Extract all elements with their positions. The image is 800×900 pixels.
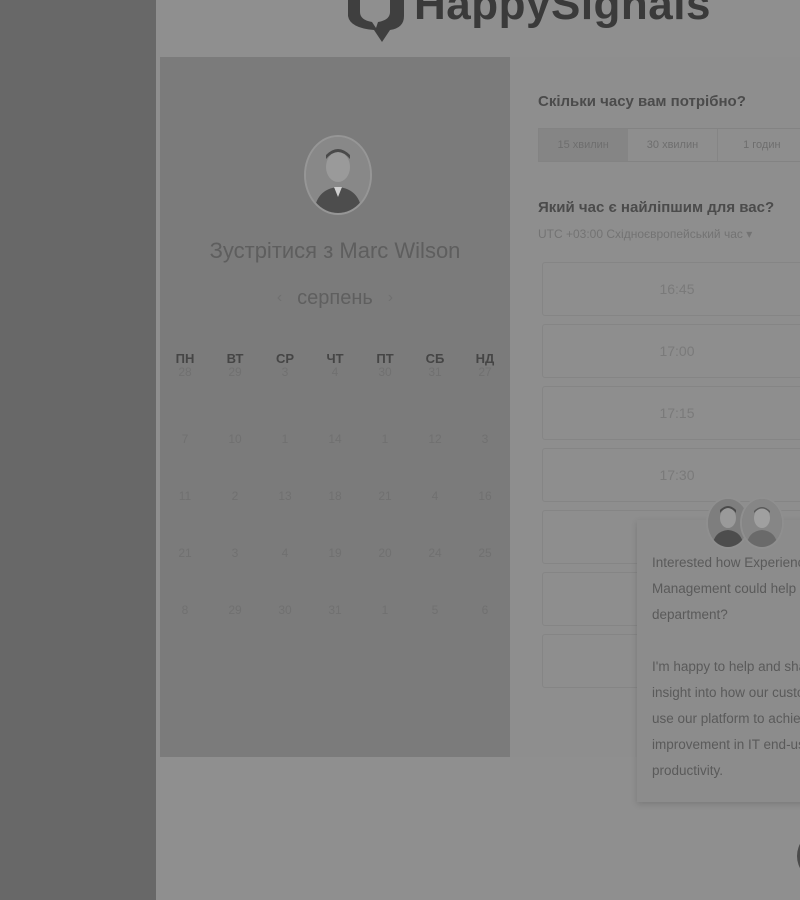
chat-message: Interested how Experience Management cou…	[652, 550, 800, 810]
calendar-day[interactable]: 4	[310, 365, 360, 379]
month-label: серпень	[297, 287, 373, 309]
calendar-day[interactable]: 7	[160, 432, 210, 446]
scheduler-page: HappySignals Зустрітися з Marc Wilson ‹ …	[156, 0, 800, 900]
duration-option-60[interactable]: 1 годин	[718, 129, 800, 161]
calendar-day[interactable]: 29	[210, 603, 260, 617]
calendar-day[interactable]: 12	[410, 432, 460, 446]
calendar-day[interactable]: 16	[460, 489, 510, 503]
weekday-label: ПН	[175, 351, 195, 366]
duration-option-30[interactable]: 30 хвилин	[628, 129, 718, 161]
overlay-left-strip	[0, 0, 156, 900]
time-slot[interactable]: 17:15	[542, 386, 800, 440]
calendar-day[interactable]: 3	[460, 432, 510, 446]
chevron-left-icon[interactable]: ‹	[268, 289, 292, 307]
calendar-day[interactable]: 30	[260, 603, 310, 617]
chat-popup[interactable]: Interested how Experience Management cou…	[637, 520, 800, 802]
calendar-day[interactable]: 4	[260, 546, 310, 560]
calendar-day[interactable]: 24	[410, 546, 460, 560]
calendar-day[interactable]: 1	[360, 432, 410, 446]
calendar-day[interactable]: 31	[410, 365, 460, 379]
calendar-day[interactable]: 3	[210, 546, 260, 560]
time-slot[interactable]: 16:45	[542, 262, 800, 316]
timezone-dropdown[interactable]: UTC +03:00 Східноєвропейський час ▾	[538, 227, 752, 241]
calendar-day[interactable]: 31	[310, 603, 360, 617]
weekday-label: СР	[275, 351, 295, 366]
weekday-label: СБ	[425, 351, 445, 366]
chat-message-2: I'm happy to help and share insight into…	[652, 659, 800, 778]
organizer-avatar	[304, 135, 372, 215]
person-avatar-icon	[742, 499, 782, 547]
calendar-day[interactable]: 28	[160, 365, 210, 379]
time-question: Який час є найліпшим для вас?	[538, 199, 775, 216]
month-navigator: ‹ серпень ›	[160, 287, 510, 310]
calendar-day[interactable]: 20	[360, 546, 410, 560]
organizer-panel: Зустрітися з Marc Wilson ‹ серпень › ПН …	[160, 57, 510, 757]
calendar-day[interactable]: 10	[210, 432, 260, 446]
calendar-day[interactable]: 1	[360, 603, 410, 617]
calendar-day[interactable]: 18	[310, 489, 360, 503]
meeting-title: Зустрітися з Marc Wilson	[209, 238, 461, 263]
chat-agent-avatar	[740, 497, 784, 549]
calendar-day[interactable]: 6	[460, 603, 510, 617]
chat-avatars	[706, 497, 786, 551]
weekday-label: НД	[475, 351, 495, 366]
duration-question: Скільки часу вам потрібно?	[538, 93, 746, 110]
calendar-day[interactable]: 30	[360, 365, 410, 379]
logo-bubble-icon	[348, 0, 404, 42]
calendar-day[interactable]: 3	[260, 365, 310, 379]
calendar-day[interactable]: 27	[460, 365, 510, 379]
calendar-day[interactable]: 5	[410, 603, 460, 617]
calendar-day[interactable]: 4	[410, 489, 460, 503]
logo-text: HappySignals	[414, 0, 711, 29]
weekday-label: ПТ	[376, 351, 394, 366]
duration-selector: 15 хвилин 30 хвилин 1 годин	[538, 128, 800, 162]
time-slot[interactable]: 17:30	[542, 448, 800, 502]
weekday-label: ЧТ	[326, 351, 344, 366]
calendar-day[interactable]: 2	[210, 489, 260, 503]
person-avatar-icon	[306, 137, 370, 213]
duration-option-15[interactable]: 15 хвилин	[539, 129, 629, 161]
calendar-day[interactable]: 19	[310, 546, 360, 560]
header: HappySignals	[156, 0, 800, 56]
weekday-label: ВТ	[226, 351, 244, 366]
time-slot[interactable]: 17:00	[542, 324, 800, 378]
calendar-day[interactable]: 21	[160, 546, 210, 560]
calendar-day[interactable]: 21	[360, 489, 410, 503]
chevron-right-icon[interactable]: ›	[378, 289, 402, 307]
calendar-day[interactable]: 25	[460, 546, 510, 560]
calendar-day[interactable]: 29	[210, 365, 260, 379]
calendar-day[interactable]: 8	[160, 603, 210, 617]
calendar-day[interactable]: 13	[260, 489, 310, 503]
calendar-day[interactable]: 1	[260, 432, 310, 446]
calendar-day[interactable]: 11	[160, 489, 210, 503]
calendar-day[interactable]: 14	[310, 432, 360, 446]
chat-message-1: Interested how Experience Management cou…	[652, 555, 800, 622]
